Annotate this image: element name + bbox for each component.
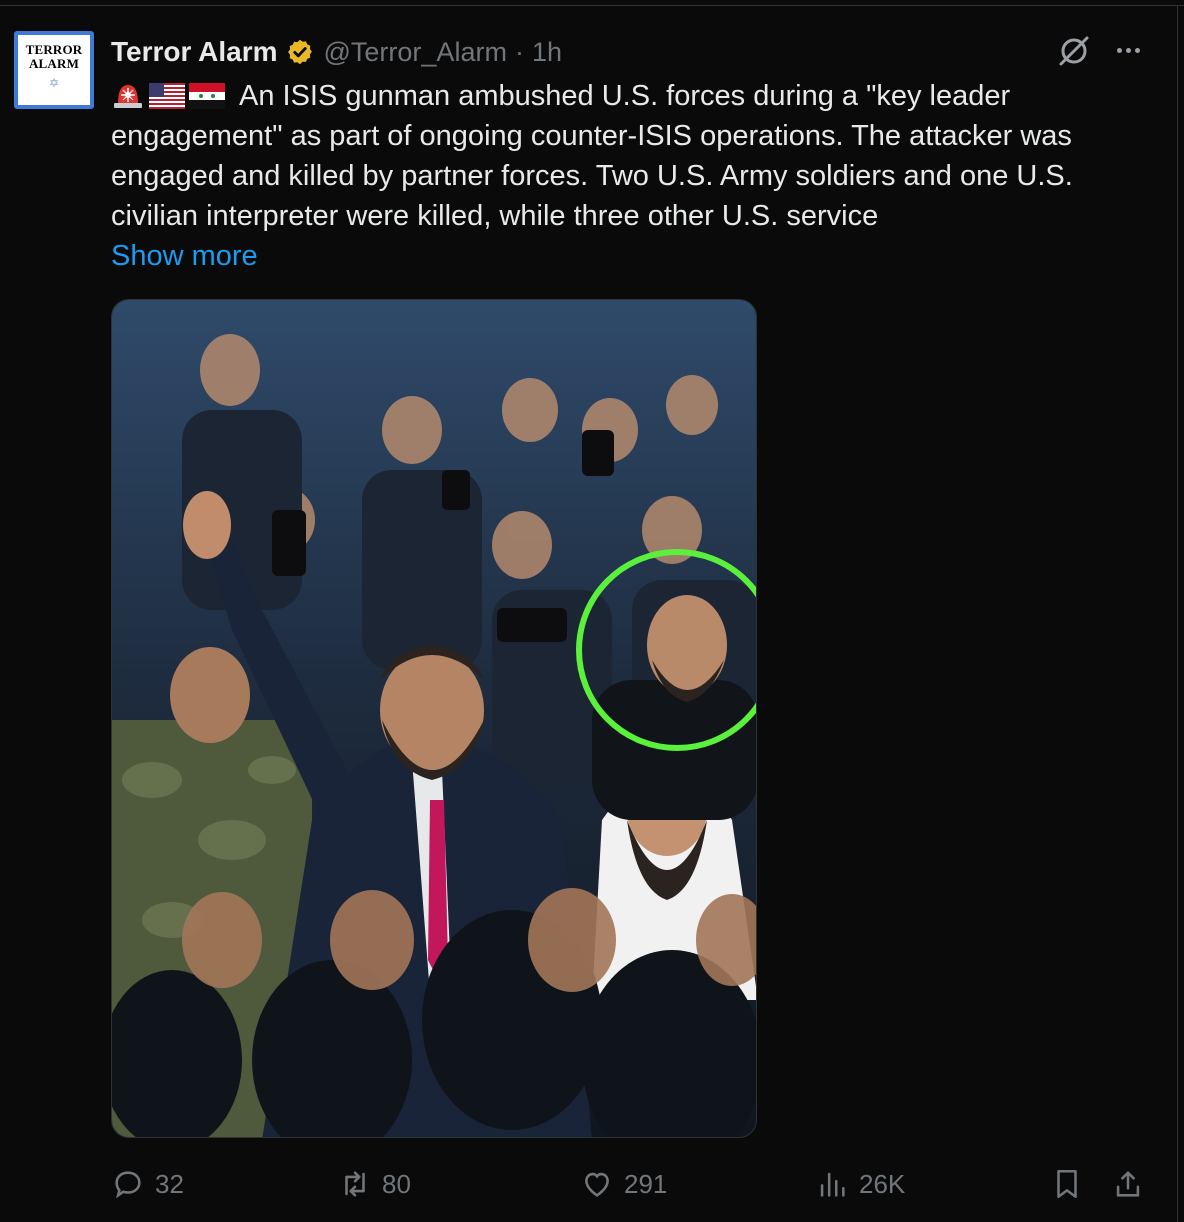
- right-divider: [1177, 5, 1178, 1222]
- tweet-line-3: engaged and killed by partner forces. Tw…: [111, 160, 1073, 192]
- more-options-icon[interactable]: [1112, 36, 1144, 64]
- share-button[interactable]: [1111, 1160, 1145, 1208]
- tweet-line-4: civilian interpreter were killed, while …: [111, 200, 879, 232]
- verified-badge-icon[interactable]: [286, 38, 314, 66]
- post-time[interactable]: 1h: [532, 37, 562, 68]
- avatar[interactable]: TERROR ALARM ✡: [14, 31, 94, 109]
- like-button[interactable]: 291: [580, 1160, 667, 1208]
- crowd-photo-illustration: [112, 300, 756, 1137]
- us-flag-emoji-icon: [149, 83, 185, 109]
- tweet-line-1-text: An ISIS gunman ambushed U.S. forces duri…: [239, 80, 1011, 112]
- tweet-text: An ISIS gunman ambushed U.S. forces duri…: [111, 76, 1161, 236]
- like-count: 291: [624, 1168, 668, 1199]
- show-more-link[interactable]: Show more: [111, 236, 258, 276]
- tweet-header: Terror Alarm @Terror_Alarm · 1h: [111, 32, 562, 72]
- views-chart-icon: [820, 1172, 845, 1197]
- tweet-line-1: An ISIS gunman ambushed U.S. forces duri…: [111, 76, 1161, 116]
- repost-count: 80: [382, 1168, 411, 1199]
- rotating-light-emoji-icon: [114, 85, 142, 108]
- bookmark-icon: [1057, 1169, 1077, 1199]
- separator-dot: ·: [514, 36, 524, 67]
- reply-count: 32: [155, 1168, 184, 1199]
- avatar-text-line-1: TERROR: [25, 42, 83, 57]
- reply-icon: [115, 1171, 141, 1199]
- action-bar: 32 80 291 26K: [0, 1160, 1184, 1208]
- views-button[interactable]: 26K: [815, 1160, 905, 1208]
- share-upload-icon: [1116, 1171, 1140, 1197]
- avatar-emblem-icon: ✡: [48, 76, 60, 90]
- bookmark-button[interactable]: [1050, 1160, 1084, 1208]
- author-handle[interactable]: @Terror_Alarm: [324, 37, 507, 68]
- syria-flag-emoji-icon: [189, 83, 225, 109]
- top-divider: [0, 5, 1184, 6]
- tweet-line-2: engagement" as part of ongoing counter-I…: [111, 120, 1072, 152]
- author-name[interactable]: Terror Alarm: [111, 36, 278, 68]
- tweet-photo[interactable]: [111, 299, 757, 1138]
- heart-icon: [585, 1172, 609, 1197]
- views-count: 26K: [859, 1168, 906, 1199]
- repost-icon: [345, 1171, 365, 1197]
- avatar-text-line-2: ALARM: [28, 56, 80, 71]
- reply-button[interactable]: 32: [111, 1160, 184, 1208]
- grok-icon[interactable]: [1056, 33, 1092, 69]
- repost-button[interactable]: 80: [338, 1160, 411, 1208]
